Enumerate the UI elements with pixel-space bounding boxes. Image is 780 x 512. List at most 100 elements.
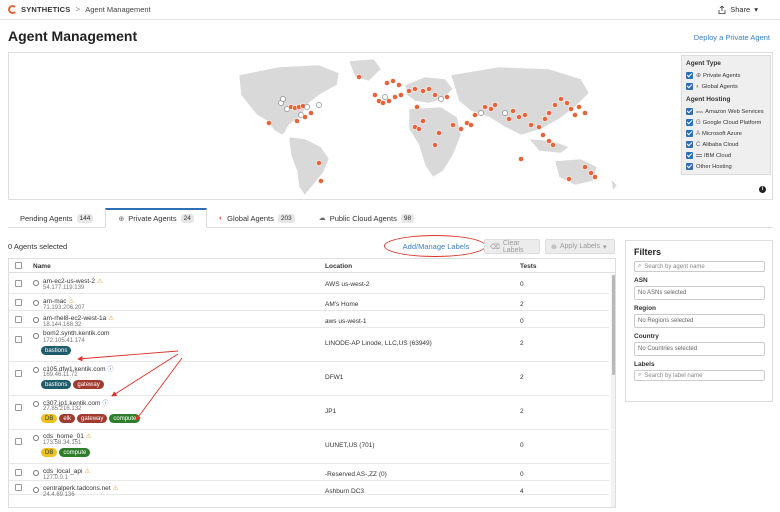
table-row[interactable]: c105.dfw1.kentik.com ⓘ 169.46.11.72 DFW1 2 ba… [9, 362, 609, 396]
agent-map-marker[interactable] [444, 94, 450, 100]
agent-map-marker[interactable] [502, 110, 508, 116]
agent-name[interactable]: am-rhel8-ec2-west-1a ⚠ [43, 314, 114, 322]
agent-map-marker[interactable] [380, 100, 386, 106]
add-manage-labels-button[interactable]: Add/Manage Labels [388, 237, 484, 256]
agent-map-marker[interactable] [546, 110, 552, 116]
agent-map-marker[interactable] [432, 92, 438, 98]
checkbox-checked-icon[interactable] [686, 152, 693, 159]
tab-pending-agents[interactable]: Pending Agents 144 [8, 208, 105, 228]
asn-select[interactable]: No ASNs selected [634, 286, 765, 300]
table-row[interactable]: am-mac ⚠ 71.193.206.207 AM's Home 2 [9, 294, 609, 311]
label-chip[interactable]: bastions [41, 346, 72, 355]
select-all-checkbox[interactable] [15, 262, 22, 269]
agent-map-marker[interactable] [436, 130, 442, 136]
agent-map-marker[interactable] [582, 164, 588, 170]
agent-map-marker[interactable] [576, 104, 582, 110]
agent-map-marker[interactable] [588, 170, 594, 176]
agent-map-marker[interactable] [450, 122, 456, 128]
label-chip[interactable]: compute [109, 414, 141, 423]
row-checkbox[interactable] [15, 336, 22, 343]
row-checkbox[interactable] [15, 468, 22, 476]
agent-map-marker[interactable] [582, 110, 588, 116]
column-header-location[interactable]: Location [325, 263, 352, 270]
agent-map-marker[interactable] [406, 88, 412, 94]
table-row[interactable]: bom2.synth.kentik.com 172.105.41.174 LINOD… [9, 328, 609, 362]
legend-hosting-gcp[interactable]: G Google Cloud Platform [686, 117, 766, 128]
agent-map-marker[interactable] [558, 96, 564, 102]
table-row[interactable]: centralperk.tadcons.net ⚠ 24.4.69.136 Ashbu… [9, 481, 609, 498]
checkbox-checked-icon[interactable] [686, 108, 693, 115]
agent-map-marker[interactable] [564, 100, 570, 106]
agent-map-marker[interactable] [478, 110, 484, 116]
legend-hosting-aws[interactable]: aws Amazon Web Services [686, 106, 766, 117]
info-icon[interactable]: ⓘ [102, 401, 108, 407]
agent-map-marker[interactable] [398, 92, 404, 98]
legend-global-agents[interactable]: ◐ Global Agents [686, 81, 766, 92]
row-checkbox[interactable] [15, 280, 22, 287]
agent-map-marker[interactable] [386, 98, 392, 104]
agent-map-marker[interactable] [356, 74, 362, 80]
agent-map-marker[interactable] [412, 86, 418, 92]
agent-map-marker[interactable] [592, 174, 598, 180]
agent-map-marker[interactable] [536, 124, 542, 130]
brand-name[interactable]: SYNTHETICS [21, 5, 71, 14]
agent-map-marker[interactable] [518, 156, 524, 162]
checkbox-checked-icon[interactable] [686, 72, 693, 79]
agent-map-marker[interactable] [472, 112, 478, 118]
deploy-private-agent-link[interactable]: Deploy a Private Agent [694, 33, 770, 42]
agent-map-marker[interactable] [390, 78, 396, 84]
agent-map-marker[interactable] [522, 112, 528, 118]
agent-map-marker[interactable] [302, 114, 308, 120]
agent-map-marker[interactable] [566, 176, 572, 182]
tab-private-agents[interactable]: ⊕ Private Agents 24 [105, 208, 207, 228]
agent-map-marker[interactable] [506, 116, 512, 122]
column-header-name[interactable]: Name [33, 263, 51, 270]
agent-name[interactable]: cds_local_api ⚠ [43, 467, 90, 475]
table-row[interactable]: c307.jp1.kentik.com ⓘ 27.85.216.132 JP1 2 DB e… [9, 396, 609, 430]
label-chip[interactable]: bastions [41, 380, 72, 389]
legend-hosting-alibaba[interactable]: C Alibaba Cloud [686, 139, 766, 150]
share-button[interactable]: Share ▾ [718, 5, 758, 14]
tab-global-agents[interactable]: ◐ Global Agents 203 [207, 208, 307, 228]
agent-map[interactable]: Agent Type ⊕ Private Agents ◐ Global Age… [8, 52, 773, 200]
table-row[interactable]: am-ec2-us-west-2 ⚠ 54.177.119.139 AWS us-we… [9, 274, 609, 294]
agent-map-marker[interactable] [458, 126, 464, 132]
agent-map-marker[interactable] [572, 112, 578, 118]
agent-map-marker[interactable] [528, 122, 534, 128]
agent-name-search-input[interactable]: ⌕ Search by agent name [634, 261, 765, 272]
legend-private-agents[interactable]: ⊕ Private Agents [686, 70, 766, 81]
row-checkbox[interactable] [15, 484, 22, 491]
agent-map-marker[interactable] [420, 88, 426, 94]
agent-map-marker[interactable] [308, 110, 314, 116]
agent-map-marker[interactable] [420, 118, 426, 124]
column-header-tests[interactable]: Tests [520, 263, 537, 270]
info-icon[interactable]: i [759, 186, 766, 193]
agent-map-marker[interactable] [550, 142, 556, 148]
clear-labels-button[interactable]: ⌫ Clear Labels [484, 239, 540, 254]
row-checkbox[interactable] [15, 315, 22, 323]
agent-map-marker[interactable] [482, 104, 488, 110]
agent-map-marker[interactable] [396, 82, 402, 88]
agent-name[interactable]: am-mac ⚠ [43, 297, 74, 305]
checkbox-checked-icon[interactable] [686, 119, 693, 126]
row-checkbox[interactable] [15, 404, 22, 411]
table-row[interactable]: am-rhel8-ec2-west-1a ⚠ 18.144.168.32 aws us… [9, 311, 609, 328]
checkbox-checked-icon[interactable] [686, 130, 693, 137]
agent-map-marker[interactable] [280, 96, 286, 102]
agent-map-marker[interactable] [414, 104, 420, 110]
checkbox-checked-icon[interactable] [686, 83, 693, 90]
agent-map-marker[interactable] [488, 106, 494, 112]
legend-hosting-ibm[interactable]: IBM Cloud [686, 150, 766, 161]
agent-map-marker[interactable] [372, 92, 378, 98]
agent-map-marker[interactable] [316, 102, 322, 108]
agent-map-marker[interactable] [304, 104, 310, 110]
agent-name[interactable]: cds_home_01 ⚠ [43, 432, 92, 440]
agent-map-marker[interactable] [384, 80, 390, 86]
agent-name[interactable]: bom2.synth.kentik.com [43, 330, 109, 337]
agent-map-marker[interactable] [546, 138, 552, 144]
legend-hosting-azure[interactable]: A Microsoft Azure [686, 128, 766, 139]
checkbox-checked-icon[interactable] [686, 163, 693, 170]
agent-map-marker[interactable] [542, 116, 548, 122]
checkbox-checked-icon[interactable] [686, 141, 693, 148]
row-checkbox[interactable] [15, 298, 22, 306]
